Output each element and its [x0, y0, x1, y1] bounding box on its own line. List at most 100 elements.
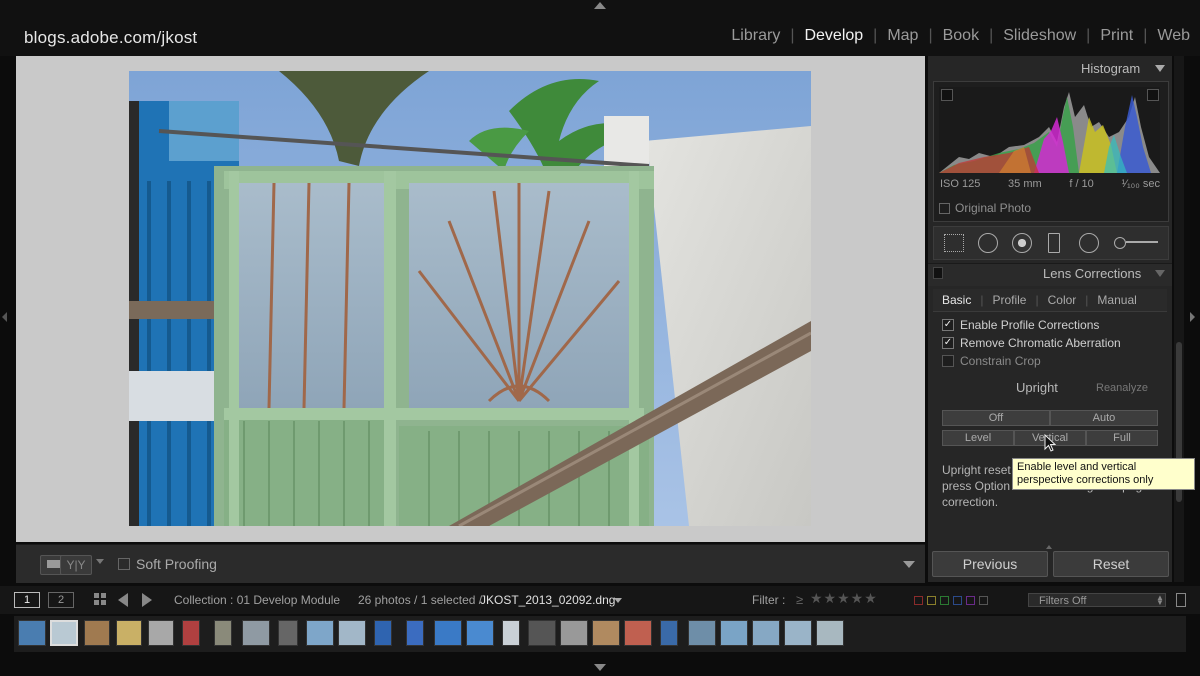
- bottom-panel-toggle-icon[interactable]: [594, 664, 606, 671]
- filmstrip-thumbnail[interactable]: [720, 620, 748, 646]
- lens-corrections-title[interactable]: Lens Corrections: [1043, 266, 1141, 281]
- filter-preset-select[interactable]: Filters Off: [1028, 593, 1166, 607]
- reset-button[interactable]: Reset: [1053, 551, 1169, 577]
- upright-level-button[interactable]: Level: [942, 430, 1014, 446]
- original-photo-checkbox[interactable]: [939, 203, 950, 214]
- filmstrip-thumbnail[interactable]: [816, 620, 844, 646]
- filmstrip-thumbnail[interactable]: [502, 620, 520, 646]
- photo-preview[interactable]: [129, 71, 811, 526]
- blue-label-filter[interactable]: [953, 596, 962, 605]
- spot-removal-icon[interactable]: [978, 233, 998, 253]
- module-book[interactable]: Book: [943, 27, 979, 45]
- filmstrip-thumbnail[interactable]: [374, 620, 392, 646]
- upright-off-button[interactable]: Off: [942, 410, 1050, 426]
- chevron-down-icon[interactable]: [614, 598, 622, 603]
- toolbar: Y|Y Soft Proofing: [16, 544, 925, 583]
- green-label-filter[interactable]: [940, 596, 949, 605]
- filmstrip-thumbnail[interactable]: [406, 620, 424, 646]
- module-separator: |: [873, 27, 878, 44]
- enable-profile-corrections-checkbox[interactable]: ✓: [942, 319, 954, 331]
- filmstrip-thumbnail[interactable]: [214, 620, 232, 646]
- collapse-triangle-icon[interactable]: [1155, 65, 1165, 72]
- filmstrip-thumbnail[interactable]: [84, 620, 110, 646]
- exif-info: ISO 125 35 mm f / 10 ¹⁄₁₀₀ sec: [940, 178, 1160, 190]
- filmstrip-thumbnail[interactable]: [592, 620, 620, 646]
- filmstrip-thumbnail[interactable]: [242, 620, 270, 646]
- module-web[interactable]: Web: [1157, 27, 1190, 45]
- iso-value: ISO 125: [940, 178, 981, 190]
- panel-end-marker-icon: [1046, 545, 1052, 549]
- histogram-title[interactable]: Histogram: [1081, 61, 1140, 76]
- right-panel-scrollbar[interactable]: [1174, 56, 1184, 582]
- filmstrip-thumbnail[interactable]: [752, 620, 780, 646]
- module-develop[interactable]: Develop: [804, 27, 863, 45]
- filmstrip-thumbnail[interactable]: [528, 620, 556, 646]
- module-separator: |: [1086, 27, 1091, 44]
- module-library[interactable]: Library: [731, 27, 780, 45]
- collection-source[interactable]: Collection : 01 Develop Module: [174, 593, 340, 607]
- graduated-filter-icon[interactable]: [1048, 233, 1060, 253]
- filter-switch-icon[interactable]: [1176, 593, 1186, 607]
- tab-manual[interactable]: Manual: [1088, 293, 1145, 307]
- purple-label-filter[interactable]: [966, 596, 975, 605]
- shadow-clipping-icon[interactable]: [941, 89, 953, 101]
- second-screen-button[interactable]: 2: [48, 592, 74, 608]
- remove-chromatic-aberration-checkbox[interactable]: ✓: [942, 337, 954, 349]
- highlight-clipping-icon[interactable]: [1147, 89, 1159, 101]
- filmstrip-thumbnail[interactable]: [784, 620, 812, 646]
- tab-basic[interactable]: Basic: [933, 293, 980, 307]
- red-label-filter[interactable]: [914, 596, 923, 605]
- toolbar-menu-chevron-icon[interactable]: [903, 561, 915, 568]
- chevron-down-icon[interactable]: [96, 559, 104, 564]
- yellow-label-filter[interactable]: [927, 596, 936, 605]
- rating-stars-filter[interactable]: ★★★★★: [810, 590, 878, 607]
- collapse-triangle-icon[interactable]: [1155, 270, 1165, 277]
- histogram-graph[interactable]: [939, 87, 1160, 173]
- enable-profile-corrections-label: Enable Profile Corrections: [960, 318, 1100, 332]
- previous-button[interactable]: Previous: [932, 551, 1048, 577]
- module-map[interactable]: Map: [887, 27, 918, 45]
- filmstrip-thumbnail[interactable]: [278, 620, 298, 646]
- constrain-crop-checkbox[interactable]: [942, 355, 954, 367]
- rating-comparison[interactable]: ≥: [796, 592, 803, 607]
- filmstrip-thumbnail[interactable]: [560, 620, 588, 646]
- no-label-filter[interactable]: [979, 596, 988, 605]
- panel-switch-icon[interactable]: [933, 267, 943, 279]
- filmstrip-thumbnail[interactable]: [116, 620, 142, 646]
- module-separator: |: [790, 27, 795, 44]
- filmstrip-thumbnail[interactable]: [466, 620, 494, 646]
- before-after-button[interactable]: Y|Y: [60, 555, 92, 575]
- forward-arrow-icon[interactable]: [142, 593, 152, 607]
- filmstrip-thumbnail[interactable]: [624, 620, 652, 646]
- filmstrip-thumbnail[interactable]: [688, 620, 716, 646]
- soft-proofing-checkbox[interactable]: [118, 558, 130, 570]
- red-eye-icon[interactable]: [1012, 233, 1032, 253]
- adjustment-brush-icon[interactable]: [1114, 237, 1158, 249]
- constrain-crop-label: Constrain Crop: [960, 354, 1041, 368]
- tab-color[interactable]: Color: [1039, 293, 1086, 307]
- crop-tool-icon[interactable]: [944, 234, 964, 252]
- main-screen-button[interactable]: 1: [14, 592, 40, 608]
- filmstrip-thumbnail[interactable]: [434, 620, 462, 646]
- right-panel-toggle-icon[interactable]: [1190, 312, 1195, 322]
- filmstrip-thumbnail[interactable]: [50, 620, 78, 646]
- lens-corrections-tabs: Basic | Profile | Color | Manual: [933, 289, 1167, 312]
- left-panel-toggle-icon[interactable]: [2, 312, 7, 322]
- module-slideshow[interactable]: Slideshow: [1003, 27, 1076, 45]
- filmstrip-thumbnail[interactable]: [18, 620, 46, 646]
- filmstrip-thumbnail[interactable]: [306, 620, 334, 646]
- reanalyze-button[interactable]: Reanalyze: [1096, 382, 1148, 394]
- back-arrow-icon[interactable]: [118, 593, 128, 607]
- module-print[interactable]: Print: [1100, 27, 1133, 45]
- filmstrip-thumbnail[interactable]: [338, 620, 366, 646]
- tab-profile[interactable]: Profile: [983, 293, 1035, 307]
- upright-auto-button[interactable]: Auto: [1050, 410, 1158, 426]
- filmstrip-thumbnail[interactable]: [182, 620, 200, 646]
- radial-filter-icon[interactable]: [1079, 233, 1099, 253]
- upright-full-button[interactable]: Full: [1086, 430, 1158, 446]
- grid-view-icon[interactable]: [94, 593, 108, 607]
- selected-filename[interactable]: JKOST_2013_02092.dng: [480, 593, 615, 607]
- filmstrip-thumbnail[interactable]: [148, 620, 174, 646]
- filmstrip-thumbnail[interactable]: [660, 620, 678, 646]
- top-panel-toggle-icon[interactable]: [594, 2, 606, 9]
